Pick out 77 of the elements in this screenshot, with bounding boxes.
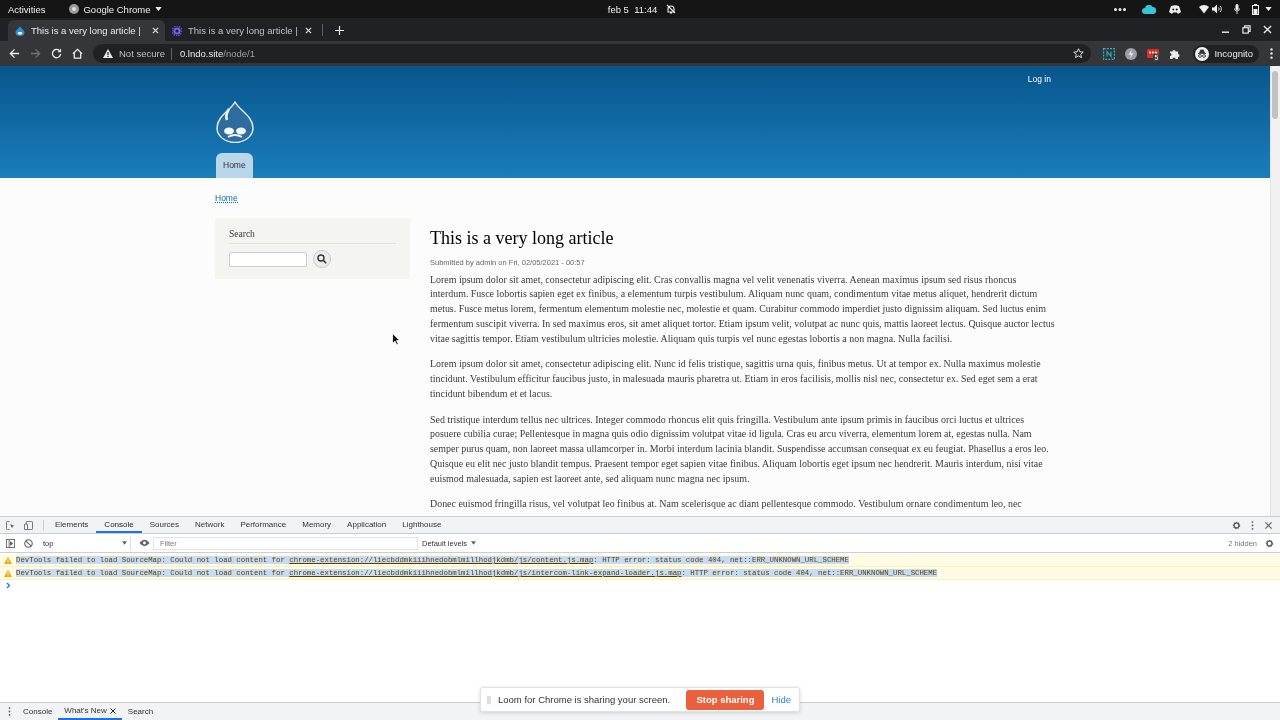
devtools-tab[interactable]: Performance <box>232 517 295 533</box>
drop-favicon-icon <box>15 25 25 36</box>
puzzle-icon[interactable] <box>1169 47 1182 60</box>
inspect-icon[interactable] <box>6 520 15 530</box>
devtools-tab[interactable]: Sources <box>141 517 188 533</box>
sharing-message: Loom for Chrome is sharing your screen. <box>498 694 671 705</box>
clock[interactable]: feb 5 11:44 <box>603 3 677 15</box>
profile-button[interactable]: Incognito <box>1193 44 1259 63</box>
scrollbar[interactable] <box>1270 66 1280 516</box>
drawer-tab[interactable]: What's New <box>58 703 122 720</box>
security-label[interactable]: Not secure <box>119 48 165 59</box>
star-icon[interactable] <box>1073 48 1085 59</box>
devtools-tab[interactable]: Console <box>96 517 142 533</box>
controller-icon[interactable] <box>1169 4 1181 14</box>
menu-icon[interactable] <box>1270 48 1273 59</box>
cloud-icon[interactable] <box>1142 4 1156 14</box>
activities-button[interactable]: Activities <box>8 3 46 15</box>
address-bar[interactable]: Not secure 0.lndo.site/node/1 <box>93 44 1092 63</box>
hide-button[interactable]: Hide <box>769 694 793 705</box>
browser-tab[interactable]: This is a very long article | <box>168 20 318 41</box>
article-paragraph: Donec euismod fringilla risus, vel volutpat leo finibus at. Nam scelerisque ac diam pellentesque commodo. Vestibulum ornare condimentum leo, nec <box>430 497 1023 512</box>
gear-favicon-icon <box>172 25 182 36</box>
warning-icon <box>4 556 12 564</box>
back-icon[interactable] <box>9 48 20 59</box>
eye-icon[interactable] <box>139 539 150 547</box>
microphone-icon[interactable] <box>1234 4 1240 14</box>
close-icon[interactable] <box>109 707 116 714</box>
bell-off-icon <box>666 4 677 14</box>
dashed-square-icon[interactable] <box>1103 47 1116 60</box>
prompt-icon[interactable] <box>6 582 11 589</box>
wifi-icon[interactable] <box>1199 4 1209 14</box>
settings-icon[interactable] <box>1232 520 1241 530</box>
block-title: Search <box>229 227 396 244</box>
devtools-tab[interactable]: Elements <box>47 517 97 533</box>
spy-icon <box>1195 46 1210 61</box>
device-icon[interactable] <box>24 520 33 530</box>
settings-icon[interactable] <box>1265 538 1274 548</box>
app-menu[interactable]: Google Chrome <box>69 3 162 15</box>
clear-console-icon[interactable] <box>24 538 33 548</box>
drawer-tab[interactable]: Search <box>121 703 160 720</box>
search-icon[interactable] <box>313 250 331 268</box>
login-link[interactable]: Log in <box>1027 74 1051 84</box>
restore-icon[interactable] <box>1242 25 1251 34</box>
warning-icon <box>103 49 113 58</box>
devtools-tab[interactable]: Lighthouse <box>394 517 450 533</box>
bolt-icon[interactable] <box>1125 47 1138 60</box>
new-tab-icon[interactable] <box>335 26 344 35</box>
caret-icon <box>122 541 127 545</box>
more-icon[interactable] <box>1114 7 1126 11</box>
article-title: This is a very long article <box>430 227 615 249</box>
caret-icon <box>154 7 162 11</box>
reload-icon[interactable] <box>51 48 62 59</box>
article-paragraph: Lorem ipsum dolor sit amet, consectetur adipiscing elit. Nunc id felis tristique, sagittis urna quis, finibus metus. Ut at tempor ex. Nulla maximus molestie tincidunt. Vestibulum efficitur faucibus justo, in malesuada mauris pharetra ut. Etiam in eros facilisis, mollis nisl nec, consectetur ex. Sed eget sem a erat tincidunt bibendum et et lacus. <box>430 357 1042 401</box>
article-paragraph: Lorem ipsum dolor sit amet, consectetur adipiscing elit. Cras convallis magna vel velit venenatis viverra. Aenean maximus ipsum sed risus rhoncus interdum. Fusce lobortis sapien eget ex finibus, a elementum turpis vestibulum. Aliquam nunc quam, condimentum vitae metus aliquet, hendrerit dictum metus. Fusce metus lorem, fermentum elementum molestie nec, molestie et quam. Curabitur commodo imperdiet justo dignissim aliquam. Sed luctus enim fermentum suscipit viverra. In sed maximus eros, sit amet aliquet tortor. Etiam ipsum velit, volutpat ac nunc quis, mattis laoreet lectus. Quisque auctor lectus vitae sagittis tempor. Etiam vestibulum ultricies molestie. Aliquam quis turpis vel nunc egestas lobortis a non magna. Nulla facilisi. <box>430 272 1055 346</box>
warning-icon <box>4 569 12 577</box>
sidebar-toggle-icon[interactable] <box>6 538 15 548</box>
devtools-tab[interactable]: Network <box>187 517 233 533</box>
battery-icon[interactable] <box>1252 3 1259 15</box>
devtools-tab[interactable]: Application <box>339 517 395 533</box>
menu-tab[interactable]: Home <box>216 153 253 178</box>
caret-icon[interactable] <box>1265 7 1272 11</box>
mouse-pointer-icon <box>392 333 400 345</box>
dots-tile-icon[interactable] <box>1147 47 1160 60</box>
url-text[interactable]: 0.lndo.site/node/1 <box>179 48 255 59</box>
site-logo[interactable] <box>216 101 254 143</box>
home-icon[interactable] <box>72 48 83 59</box>
caret-icon <box>471 541 477 545</box>
browser-tab[interactable]: This is a very long article | <box>8 20 165 41</box>
app-icon <box>69 4 80 14</box>
scrollbar-thumb[interactable] <box>1272 71 1278 119</box>
article-paragraph: Sed tristique interdum tellus nec ultrices. Integer commodo rhoncus elit quis fringilla. Vestibulum ante ipsum primis in faucibus orci luctus et ultrices posuere cubilia curae; Pellentesque in magna quis odio dignissim volutpat vitae id ligula. Cras eu arcu viverra, elementum lorem at, egestas nulla. Nam semper purus quam, non laoreet massa ullamcorper in. Morbi interdum lacinia blandit. Suspendisse accumsan consequat ex eu feugiat. Phasellus a eros leo. Quisque eu elit nec justo blandit tempus. Praesent tempor eget sapien vitae finibus. Aliquam lobortis eget ipsum nec hendrerit. Mauris interdum, nisi vitae euismod malesuada, sapien est laoreet ante, sed aliquam nunc magna nec ipsum. <box>430 412 1050 486</box>
devtools-tab[interactable]: Memory <box>294 517 340 533</box>
drawer-tab[interactable]: Console <box>17 703 59 720</box>
search-field[interactable] <box>229 251 307 267</box>
speaker-icon[interactable] <box>1212 4 1222 14</box>
drag-handle-icon[interactable] <box>487 695 491 704</box>
breadcrumb-link[interactable]: Home <box>215 193 238 203</box>
